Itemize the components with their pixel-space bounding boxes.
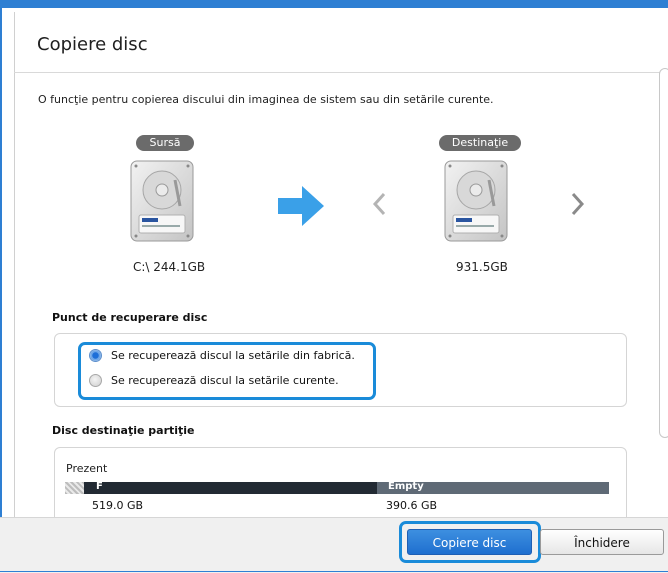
dialog-title: Copiere disc xyxy=(37,34,148,55)
partition-f-label: F xyxy=(96,481,103,492)
radio-selected-icon[interactable] xyxy=(89,348,102,362)
partition-reserved-segment xyxy=(65,482,84,494)
source-caption: C:\ 244.1GB xyxy=(133,260,206,274)
radio-factory-settings[interactable]: Se recuperează discul la setările din fa… xyxy=(89,346,355,364)
copy-disc-button[interactable]: Copiere disc xyxy=(407,529,532,555)
partition-row-label: Prezent xyxy=(66,462,108,475)
close-button[interactable]: Închidere xyxy=(540,529,664,555)
panel-border xyxy=(14,12,15,572)
source-badge: Sursă xyxy=(136,135,194,151)
arrow-right-icon xyxy=(278,186,324,226)
destination-badge: Destinaţie xyxy=(439,135,521,151)
radio-factory-label: Se recuperează discul la setările din fa… xyxy=(111,348,355,362)
dialog-header: Copiere disc xyxy=(14,12,668,73)
scrollbar[interactable] xyxy=(659,68,668,438)
partition-f-size: 519.0 GB xyxy=(92,499,144,512)
next-chevron-icon[interactable] xyxy=(571,192,585,216)
radio-unselected-icon[interactable] xyxy=(89,373,102,387)
window-titlebar xyxy=(2,0,668,8)
partition-section-title: Disc destinaţie partiţie xyxy=(52,424,195,437)
source-hard-drive-icon[interactable] xyxy=(130,160,194,242)
partition-empty-size: 390.6 GB xyxy=(386,499,438,512)
partition-segment-f[interactable] xyxy=(84,482,377,494)
radio-current-label: Se recuperează discul la setările curent… xyxy=(111,373,339,387)
previous-chevron-icon[interactable] xyxy=(372,192,386,216)
partition-empty-label: Empty xyxy=(388,481,424,492)
recovery-section-title: Punct de recuperare disc xyxy=(52,311,208,324)
radio-current-settings[interactable]: Se recuperează discul la setările curent… xyxy=(89,371,339,389)
destination-hard-drive-icon[interactable] xyxy=(444,160,508,242)
dialog-description: O funcţie pentru copierea discului din i… xyxy=(38,93,494,106)
destination-caption: 931.5GB xyxy=(456,260,508,274)
